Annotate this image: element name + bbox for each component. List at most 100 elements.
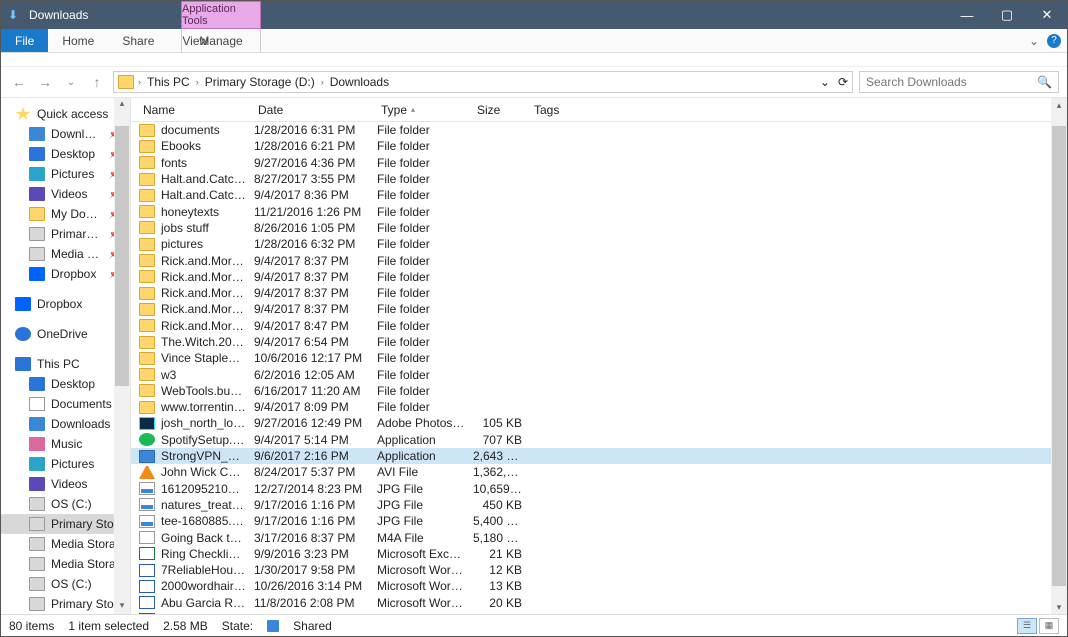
file-row[interactable]: Rick.and.Morty.S03...9/4/2017 8:37 PMFil…	[131, 301, 1067, 317]
nav-item[interactable]: Videos📌	[1, 184, 130, 204]
scroll-up-icon[interactable]: ▴	[120, 98, 125, 112]
scroll-thumb[interactable]	[115, 126, 129, 386]
drive-icon	[29, 537, 45, 551]
recent-locations-button[interactable]: ⌄	[61, 72, 81, 92]
file-row[interactable]: www.torrenting.co...9/4/2017 8:09 PMFile…	[131, 399, 1067, 415]
nav-item[interactable]: Desktop📌	[1, 144, 130, 164]
nav-item[interactable]: OneDrive	[1, 324, 130, 344]
file-row[interactable]: SpotifySetup.exe9/4/2017 5:14 PMApplicat…	[131, 432, 1067, 448]
col-name[interactable]: Name	[139, 103, 254, 117]
nav-item[interactable]: Downloads	[1, 414, 130, 434]
minimize-button[interactable]: —	[947, 1, 987, 29]
nav-item[interactable]: Dropbox📌	[1, 264, 130, 284]
nav-item[interactable]: Desktop	[1, 374, 130, 394]
nav-item[interactable]: Dropbox	[1, 294, 130, 314]
col-size[interactable]: Size	[473, 103, 530, 117]
thumbnails-view-button[interactable]: ▦	[1039, 618, 1059, 634]
scroll-up-icon[interactable]: ▴	[1057, 98, 1062, 112]
file-row[interactable]: 16120952102_dcf13...12/27/2014 8:23 PMJP…	[131, 481, 1067, 497]
nav-item[interactable]: Media Storag📌	[1, 244, 130, 264]
file-row[interactable]: John Wick Chapter ...8/24/2017 5:37 PMAV…	[131, 464, 1067, 480]
file-row[interactable]: Rick.and.Morty.S03...9/4/2017 8:37 PMFil…	[131, 285, 1067, 301]
nav-item[interactable]: Quick access	[1, 104, 130, 124]
tab-share[interactable]: Share	[108, 29, 168, 52]
context-tab-application-tools[interactable]: Application Tools	[181, 1, 261, 29]
details-view-button[interactable]: ☰	[1017, 618, 1037, 634]
tab-manage[interactable]: Manage	[181, 29, 261, 53]
nav-item[interactable]: Primary Storage (D	[1, 594, 130, 614]
file-row[interactable]: Rick.and.Morty.S03...9/4/2017 8:37 PMFil…	[131, 252, 1067, 268]
nav-item[interactable]: Media Storage (E	[1, 534, 130, 554]
nav-item[interactable]: Music	[1, 434, 130, 454]
file-row[interactable]: Vince Staples - Sum...10/6/2016 12:17 PM…	[131, 350, 1067, 366]
nav-item[interactable]: Pictures📌	[1, 164, 130, 184]
file-row[interactable]: StrongVPN_Win-lat...9/6/2017 2:16 PMAppl…	[131, 448, 1067, 464]
nav-item[interactable]: OS (C:)	[1, 494, 130, 514]
file-row[interactable]: jobs stuff8/26/2016 1:05 PMFile folder	[131, 220, 1067, 236]
tab-file[interactable]: File	[1, 29, 48, 52]
expand-ribbon-icon[interactable]: ⌄	[1029, 34, 1039, 48]
crumb-this-pc[interactable]: This PC	[143, 75, 194, 89]
file-row[interactable]: 2000wordhaircareg...10/26/2016 3:14 PMMi…	[131, 578, 1067, 594]
nav-item[interactable]: Documents	[1, 394, 130, 414]
nav-item[interactable]: Media Storage (E:)	[1, 554, 130, 574]
search-input[interactable]	[866, 75, 1026, 89]
file-row[interactable]: Halt.and.Catch.Fire...8/27/2017 3:55 PMF…	[131, 171, 1067, 187]
file-row[interactable]: WebTools.bundle6/16/2017 11:20 AMFile fo…	[131, 383, 1067, 399]
file-row[interactable]: pictures1/28/2016 6:32 PMFile folder	[131, 236, 1067, 252]
col-type[interactable]: Type▴	[377, 103, 473, 117]
chevron-icon[interactable]: ›	[138, 77, 141, 87]
tab-home[interactable]: Home	[48, 29, 108, 52]
back-button[interactable]: ←	[9, 72, 29, 92]
nav-item[interactable]: Pictures	[1, 454, 130, 474]
file-row[interactable]: Halt.and.Catch.Fire...9/4/2017 8:36 PMFi…	[131, 187, 1067, 203]
nav-item[interactable]: Downloads📌	[1, 124, 130, 144]
nav-item[interactable]: Primary Storage	[1, 514, 130, 534]
file-row[interactable]: natures_treatments...9/17/2016 1:16 PMJP…	[131, 497, 1067, 513]
file-row[interactable]: Rick.and.Morty.S03...9/4/2017 8:37 PMFil…	[131, 269, 1067, 285]
file-row[interactable]: Ebooks1/28/2016 6:21 PMFile folder	[131, 138, 1067, 154]
search-icon[interactable]: 🔍	[1037, 75, 1052, 89]
refresh-button[interactable]: ⟳	[838, 75, 848, 89]
file-row[interactable]: honeytexts11/21/2016 1:26 PMFile folder	[131, 203, 1067, 219]
nav-item[interactable]: Videos	[1, 474, 130, 494]
nav-item[interactable]: OS (C:)	[1, 574, 130, 594]
file-row[interactable]: The.Witch.2015.108...9/4/2017 6:54 PMFil…	[131, 334, 1067, 350]
cell-name: fonts	[161, 156, 254, 170]
file-row[interactable]: Ring Checklist For ...9/9/2016 3:23 PMMi…	[131, 546, 1067, 562]
nav-item-label: Videos	[51, 187, 87, 201]
sidebar-scrollbar[interactable]: ▴ ▾	[114, 98, 130, 614]
file-row[interactable]: Going Back to Calif...3/17/2016 8:37 PMM…	[131, 529, 1067, 545]
scroll-thumb[interactable]	[1052, 126, 1066, 586]
close-button[interactable]: ✕	[1027, 1, 1067, 29]
nav-item[interactable]: Primary Stora📌	[1, 224, 130, 244]
nav-item[interactable]: This PC	[1, 354, 130, 374]
crumb-folder[interactable]: Downloads	[326, 75, 393, 89]
crumb-drive[interactable]: Primary Storage (D:)	[201, 75, 319, 89]
file-row[interactable]: 7ReliableHousePain...1/30/2017 9:58 PMMi…	[131, 562, 1067, 578]
scroll-down-icon[interactable]: ▾	[1057, 600, 1062, 614]
file-row[interactable]: Bazooka-Story-Sem...9/30/2016 4:36 PMMic…	[131, 611, 1067, 614]
breadcrumb-bar[interactable]: › This PC › Primary Storage (D:) › Downl…	[113, 71, 853, 93]
maximize-button[interactable]: ▢	[987, 1, 1027, 29]
chevron-icon[interactable]: ›	[321, 77, 324, 87]
file-row[interactable]: Abu Garcia Rods.do...11/8/2016 2:08 PMMi…	[131, 595, 1067, 611]
file-row[interactable]: josh_north_logo_2...9/27/2016 12:49 PMAd…	[131, 415, 1067, 431]
filelist-scrollbar[interactable]: ▴ ▾	[1051, 98, 1067, 614]
navigation-pane[interactable]: Quick accessDownloads📌Desktop📌Pictures📌V…	[1, 98, 131, 614]
chevron-icon[interactable]: ›	[196, 77, 199, 87]
search-box[interactable]: 🔍	[859, 71, 1059, 93]
scroll-down-icon[interactable]: ▾	[120, 600, 125, 614]
nav-item[interactable]: My Documen📌	[1, 204, 130, 224]
file-row[interactable]: w36/2/2016 12:05 AMFile folder	[131, 366, 1067, 382]
col-tags[interactable]: Tags	[530, 103, 590, 117]
col-date[interactable]: Date	[254, 103, 377, 117]
address-dropdown-icon[interactable]: ⌄	[820, 75, 830, 89]
up-button[interactable]: ↑	[87, 72, 107, 92]
file-row[interactable]: Rick.and.Morty.S03...9/4/2017 8:47 PMFil…	[131, 318, 1067, 334]
file-row[interactable]: documents1/28/2016 6:31 PMFile folder	[131, 122, 1067, 138]
help-button[interactable]: ?	[1047, 34, 1061, 48]
file-row[interactable]: tee-1680885.jpg9/17/2016 1:16 PMJPG File…	[131, 513, 1067, 529]
forward-button[interactable]: →	[35, 72, 55, 92]
file-row[interactable]: fonts9/27/2016 4:36 PMFile folder	[131, 155, 1067, 171]
